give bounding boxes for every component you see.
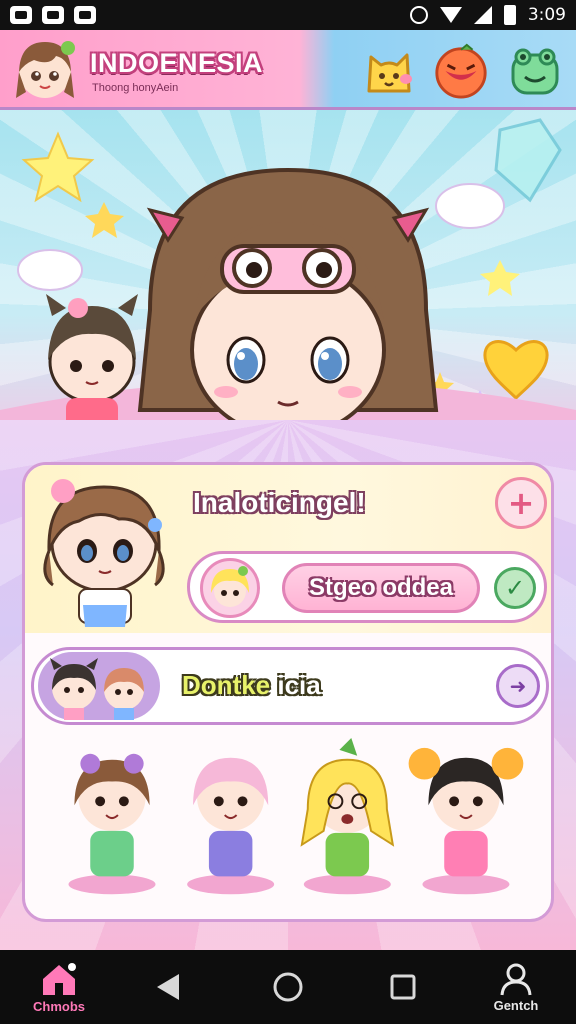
friends-label: Dontke icia <box>182 670 321 701</box>
character-3 <box>300 737 395 895</box>
message-notification-icon <box>42 6 64 24</box>
tomato-face-icon <box>435 43 487 99</box>
go-button[interactable]: ➜ <box>496 664 540 708</box>
battery-icon <box>503 5 516 25</box>
add-button[interactable]: + <box>495 477 547 529</box>
home-icon <box>43 962 76 995</box>
wifi-icon <box>439 7 462 23</box>
home-nav-button[interactable] <box>270 950 306 1024</box>
cat-face-icon <box>367 53 412 93</box>
frog-face-button[interactable] <box>506 42 564 100</box>
app-title: INDOENESIA <box>90 48 264 78</box>
friends-row[interactable]: Dontke icia ➜ <box>31 647 549 725</box>
friends-label-b: icia <box>270 670 321 700</box>
nav-home-tab[interactable]: Chmobs <box>28 950 90 1024</box>
character-1 <box>68 753 156 895</box>
check-icon: ✓ <box>504 574 526 602</box>
nav-profile-label: Gentch <box>493 997 539 1013</box>
alarm-icon <box>409 6 428 24</box>
main-card: Inaloticingel! + Stgeo oddea ✓ Dontke ic… <box>22 462 554 922</box>
recents-button[interactable] <box>388 950 418 1024</box>
card-title: Inaloticingel! <box>193 487 366 518</box>
cat-face-button[interactable] <box>360 42 418 100</box>
recents-square-icon <box>390 974 416 1000</box>
hero-banner <box>0 110 576 450</box>
friends-label-a: Dontke <box>182 670 271 700</box>
home-circle-icon <box>273 972 303 1002</box>
signal-icon <box>473 6 492 24</box>
nav-profile-tab[interactable]: Gentch <box>488 950 544 1024</box>
plus-icon: + <box>507 484 535 522</box>
card-mascot <box>43 479 165 627</box>
status-row[interactable]: Stgeo oddea ✓ <box>187 551 547 623</box>
character-2 <box>187 757 275 895</box>
status-label[interactable]: Stgeo oddea <box>282 563 480 613</box>
app-header: INDOENESIA Thoong honyAein <box>0 30 576 110</box>
character-roster <box>68 737 524 895</box>
profile-avatar[interactable] <box>10 36 80 106</box>
nav-home-label: Chmobs <box>33 998 85 1014</box>
navigation-bar: Chmobs Gentch <box>0 950 576 1024</box>
main-character <box>137 167 439 450</box>
home-notification-icon <box>10 6 32 24</box>
app-subtitle: Thoong honyAein <box>92 82 179 94</box>
friends-avatars <box>38 652 160 720</box>
status-time: 3:09 <box>527 5 566 25</box>
frog-face-icon <box>511 48 559 95</box>
mail-notification-icon <box>74 6 96 24</box>
status-bar: 3:09 <box>0 0 576 30</box>
back-triangle-icon <box>157 974 179 1000</box>
hero-illustration <box>0 118 576 450</box>
profile-icon <box>500 963 532 995</box>
tomato-face-button[interactable] <box>432 42 490 100</box>
arrow-right-icon: ➜ <box>509 674 527 698</box>
status-avatar <box>200 558 260 618</box>
back-button[interactable] <box>148 950 188 1024</box>
character-4 <box>408 747 524 895</box>
confirm-button[interactable]: ✓ <box>494 567 536 609</box>
